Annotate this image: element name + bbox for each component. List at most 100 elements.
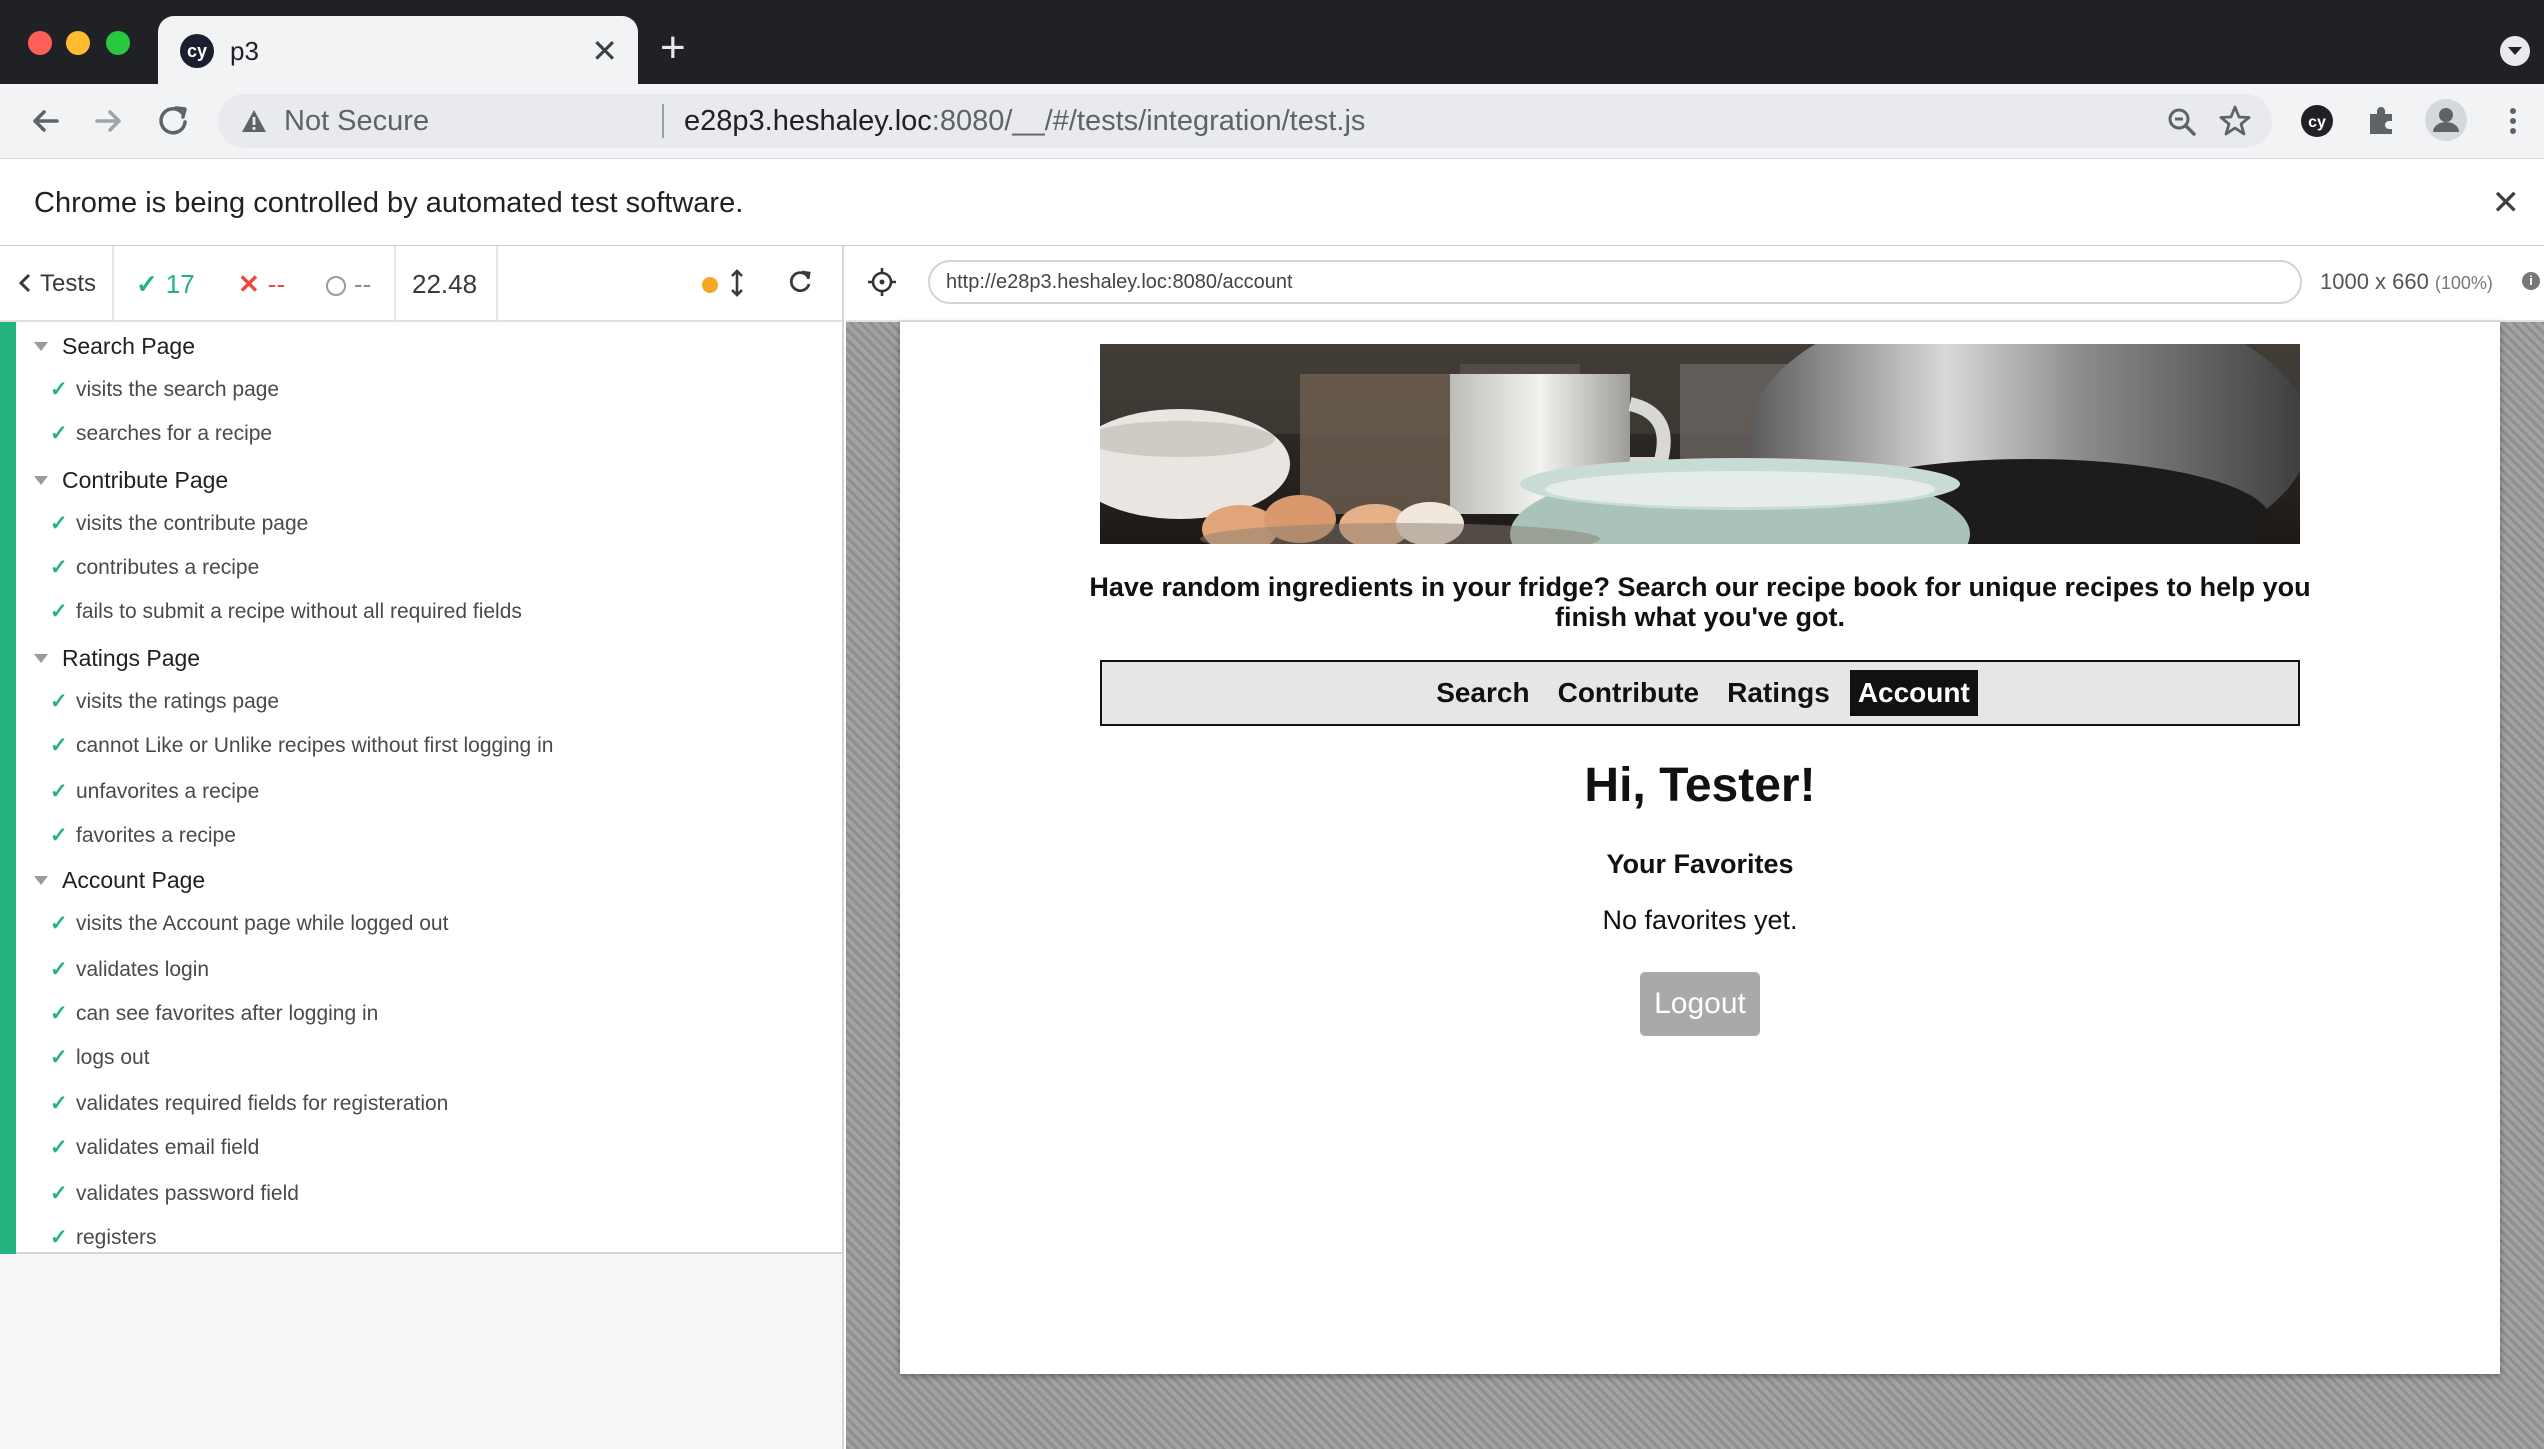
- rerun-button[interactable]: [786, 268, 814, 300]
- scroll-arrows-icon: [731, 269, 743, 297]
- address-separator: [662, 104, 664, 138]
- check-icon: ✓: [50, 912, 68, 935]
- back-arrow-icon[interactable]: [24, 100, 66, 142]
- cypress-reporter: Tests ✓ 17 ✕ -- -- 22.48 Search Page ✓ visi…: [0, 246, 844, 1449]
- nav-link-contribute[interactable]: Contribute: [1544, 670, 1714, 716]
- cross-icon: ✕: [238, 269, 260, 299]
- test-item[interactable]: ✓ can see favorites after logging in: [50, 992, 378, 1036]
- test-label: unfavorites a recipe: [76, 780, 260, 803]
- address-bar[interactable]: Not Secure e28p3.heshaley.loc:8080/__/#/…: [218, 94, 2272, 148]
- pending-count: --: [354, 269, 372, 299]
- tests-back-button[interactable]: Tests: [18, 246, 96, 322]
- failed-stat: ✕ --: [238, 246, 285, 322]
- check-icon: ✓: [50, 1046, 68, 1069]
- test-label: visits the ratings page: [76, 690, 280, 713]
- test-item[interactable]: ✓ favorites a recipe: [50, 814, 236, 858]
- viewport-dimensions: 1000 x 660: [2320, 269, 2429, 294]
- viewport-scale: (100%): [2434, 273, 2493, 293]
- caret-down-icon: [34, 876, 48, 885]
- test-item[interactable]: ✓ searches for a recipe: [50, 412, 272, 456]
- header-divider: [394, 246, 396, 322]
- test-label: visits the search page: [76, 378, 280, 401]
- check-icon: ✓: [50, 780, 68, 803]
- test-item[interactable]: ✓ fails to submit a recipe without all re…: [50, 590, 522, 634]
- extensions-puzzle-icon[interactable]: [2362, 102, 2400, 140]
- runnables-list: Search Page ✓ visits the search page ✓ sea…: [0, 322, 842, 1254]
- suite-title[interactable]: Account Page: [34, 858, 205, 902]
- page-title: Hi, Tester!: [1584, 759, 1816, 812]
- suite-title[interactable]: Ratings Page: [34, 636, 200, 680]
- suite-status-bar: [0, 322, 16, 1254]
- check-icon: ✓: [50, 1136, 68, 1159]
- warning-icon[interactable]: [240, 108, 268, 139]
- tab-close-icon[interactable]: ✕: [591, 34, 618, 68]
- test-item[interactable]: ✓ contributes a recipe: [50, 546, 259, 590]
- selector-playground-icon[interactable]: [866, 266, 898, 303]
- new-tab-button[interactable]: +: [660, 26, 686, 70]
- browser-tab[interactable]: cy p3 ✕: [158, 16, 638, 84]
- check-icon: ✓: [50, 378, 68, 401]
- test-item[interactable]: ✓ validates email field: [50, 1126, 259, 1170]
- test-label: searches for a recipe: [76, 422, 273, 445]
- aut-url-bar[interactable]: http://e28p3.heshaley.loc:8080/account: [928, 260, 2302, 304]
- test-item[interactable]: ✓ unfavorites a recipe: [50, 770, 259, 814]
- automation-infobar: Chrome is being controlled by automated …: [0, 158, 2544, 246]
- test-label: validates login: [76, 958, 210, 981]
- suite-label: Account Page: [62, 867, 206, 893]
- suite-title[interactable]: Contribute Page: [34, 458, 228, 502]
- svg-text:cy: cy: [2308, 114, 2326, 131]
- check-icon: ✓: [50, 556, 68, 579]
- pending-stat: --: [326, 246, 371, 322]
- test-item[interactable]: ✓ visits the Account page while logged ou…: [50, 902, 448, 946]
- nav-link-ratings[interactable]: Ratings: [1713, 670, 1844, 716]
- infobar-message: Chrome is being controlled by automated …: [34, 187, 744, 219]
- check-icon: ✓: [50, 1002, 68, 1025]
- zoom-icon[interactable]: [2166, 106, 2198, 143]
- favorites-heading: Your Favorites: [1606, 849, 1794, 879]
- test-item[interactable]: ✓ visits the search page: [50, 368, 279, 412]
- nav-link-account[interactable]: Account: [1849, 670, 1978, 716]
- test-item[interactable]: ✓ validates password field: [50, 1172, 299, 1216]
- infobar-close-icon[interactable]: ✕: [2492, 186, 2521, 220]
- tab-search-icon[interactable]: [2500, 36, 2530, 66]
- test-item[interactable]: ✓ visits the contribute page: [50, 502, 308, 546]
- check-icon: ✓: [50, 512, 68, 535]
- info-icon[interactable]: i: [2522, 272, 2540, 290]
- close-window-button[interactable]: [28, 31, 52, 55]
- browser-menu-icon[interactable]: [2494, 102, 2532, 140]
- suite-title[interactable]: Search Page: [34, 324, 195, 368]
- caret-down-icon: [34, 654, 48, 663]
- check-icon: ✓: [50, 690, 68, 713]
- test-label: validates email field: [76, 1136, 260, 1159]
- check-icon: ✓: [50, 824, 68, 847]
- test-item[interactable]: ✓ validates login: [50, 948, 209, 992]
- check-icon: ✓: [50, 734, 68, 757]
- bookmark-star-icon[interactable]: [2218, 104, 2252, 143]
- pending-circle-icon: [326, 276, 346, 296]
- reload-icon: [789, 270, 811, 293]
- not-secure-label[interactable]: Not Secure: [284, 104, 429, 138]
- test-item[interactable]: ✓ validates required fields for registera…: [50, 1082, 448, 1126]
- profile-avatar-icon[interactable]: [2424, 98, 2468, 142]
- test-item[interactable]: ✓ logs out: [50, 1036, 150, 1080]
- cypress-extension-icon[interactable]: cy: [2298, 102, 2336, 140]
- logout-button[interactable]: Logout: [1640, 972, 1760, 1036]
- minimize-window-button[interactable]: [66, 31, 90, 55]
- auto-scroll-toggle[interactable]: [730, 268, 744, 300]
- test-item[interactable]: ✓ cannot Like or Unlike recipes without f…: [50, 724, 553, 768]
- suite-label: Contribute Page: [62, 467, 229, 493]
- check-icon: ✓: [50, 1226, 68, 1249]
- reload-icon[interactable]: [152, 100, 194, 142]
- browser-toolbar: Not Secure e28p3.heshaley.loc:8080/__/#/…: [0, 84, 2544, 158]
- test-item[interactable]: ✓ registers: [50, 1216, 157, 1260]
- test-label: can see favorites after logging in: [76, 1002, 379, 1025]
- test-item[interactable]: ✓ visits the ratings page: [50, 680, 279, 724]
- address-url[interactable]: e28p3.heshaley.loc:8080/__/#/tests/integ…: [684, 104, 1365, 138]
- forward-arrow-icon[interactable]: [88, 100, 130, 142]
- nav-link-search[interactable]: Search: [1422, 670, 1543, 716]
- aut-stage: Have random ingredients in your fridge? …: [846, 322, 2544, 1449]
- hero-image: [1100, 344, 2300, 544]
- check-icon: ✓: [136, 269, 158, 299]
- maximize-window-button[interactable]: [106, 31, 130, 55]
- url-path: :8080/__/#/tests/integration/test.js: [931, 105, 1366, 137]
